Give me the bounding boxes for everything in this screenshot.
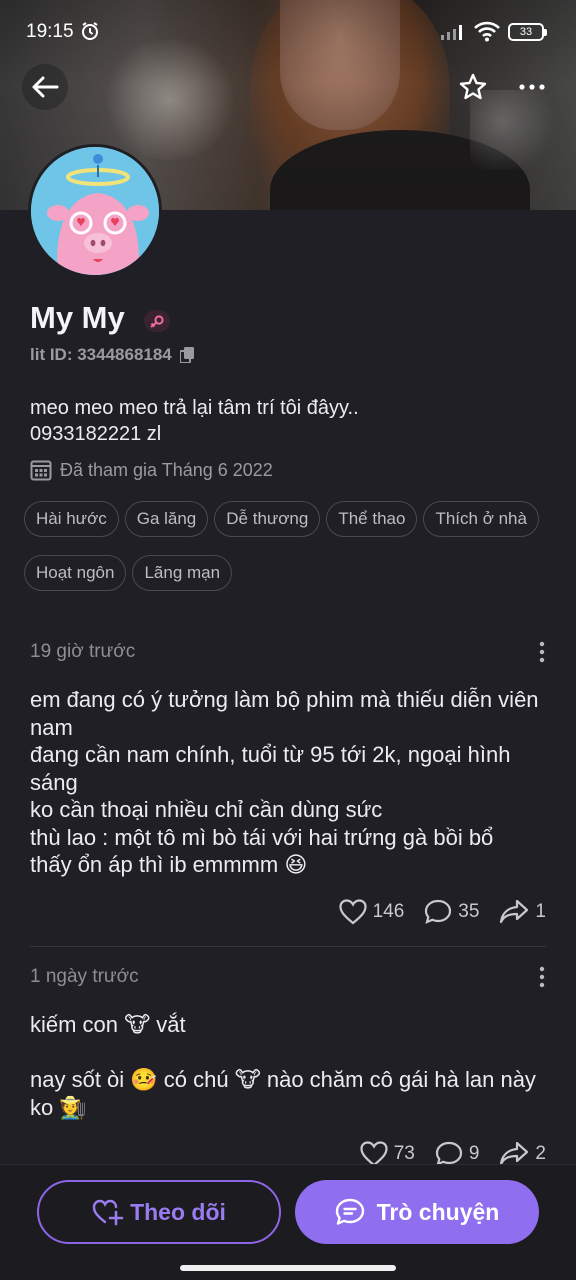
star-icon (459, 73, 487, 100)
heart-icon (338, 899, 367, 925)
like-button[interactable]: 146 (338, 899, 405, 925)
post-timestamp: 1 ngày trước (30, 966, 139, 987)
status-bar: 19:15 33 (0, 0, 576, 64)
profile-name: My My (30, 300, 125, 335)
chat-button[interactable]: Trò chuyện (295, 1180, 539, 1244)
heart-plus-icon (92, 1199, 124, 1226)
post-divider (30, 946, 546, 947)
like-count: 73 (393, 1143, 415, 1164)
more-vertical-icon[interactable] (530, 640, 554, 664)
interest-tag[interactable]: Thể thao (326, 501, 418, 537)
post-text: em đang có ý tưởng làm bộ phim mà thiếu … (30, 687, 539, 877)
follow-button[interactable]: Theo dõi (37, 1180, 281, 1244)
interest-tags: Hài hước Ga lăng Dễ thương Thể thao Thíc… (24, 501, 554, 591)
female-gender-icon (144, 310, 170, 332)
share-count: 2 (535, 1143, 546, 1164)
post-timestamp: 19 giờ trước (30, 641, 136, 662)
chat-label: Trò chuyện (376, 1198, 500, 1225)
interest-tag[interactable]: Hài hước (24, 501, 119, 537)
post-actions: 146 35 1 (338, 899, 546, 925)
joined-text: Đã tham gia Tháng 6 2022 (60, 459, 273, 480)
home-indicator[interactable] (180, 1265, 396, 1271)
alarm-icon (82, 22, 98, 40)
like-count: 146 (372, 901, 405, 922)
favorite-button[interactable] (452, 66, 494, 108)
wifi-icon (474, 21, 500, 42)
bottom-action-bar: Theo dõi Trò chuyện (0, 1164, 576, 1280)
battery-indicator: 33 (508, 23, 547, 41)
bio-line: meo meo meo trả lại tâm trí tôi đâyy.. (30, 397, 359, 419)
joined-row: Đã tham gia Tháng 6 2022 (30, 459, 273, 481)
interest-tag[interactable]: Dễ thương (214, 501, 321, 537)
share-button[interactable]: 1 (499, 899, 546, 925)
post-text: kiếm con 🐮 vắt nay sốt òi 🤒 có chú 🐮 nào… (30, 1012, 536, 1120)
comment-count: 9 (468, 1143, 480, 1164)
back-button[interactable] (22, 64, 68, 110)
status-time: 19:15 (26, 21, 74, 42)
lit-id-text: lit ID: 3344868184 (30, 345, 172, 364)
more-vertical-icon[interactable] (530, 965, 554, 989)
chat-bubble-icon (335, 1198, 364, 1225)
interest-tag[interactable]: Ga lăng (124, 501, 209, 537)
comment-icon (425, 899, 452, 924)
lit-id-row: lit ID: 3344868184 (30, 345, 194, 365)
bio-line: 0933182221 zl (30, 423, 162, 445)
profile-bio: meo meo meo trả lại tâm trí tôi đâyy.. 0… (30, 395, 359, 447)
pig-avatar-illustration (31, 147, 159, 275)
more-options-button[interactable] (511, 66, 553, 108)
comment-button[interactable]: 35 (424, 899, 479, 925)
interest-tag[interactable]: Thích ở nhà (423, 501, 539, 537)
share-icon (500, 899, 529, 924)
copy-icon[interactable] (178, 347, 194, 364)
share-count: 1 (535, 901, 546, 922)
arrow-left-icon (32, 76, 59, 98)
interest-tag[interactable]: Hoạt ngôn (24, 555, 127, 591)
follow-label: Theo dõi (130, 1198, 226, 1225)
calendar-icon (30, 460, 52, 481)
interest-tag[interactable]: Lãng mạn (132, 555, 233, 591)
more-horizontal-icon (519, 84, 545, 90)
avatar[interactable] (28, 144, 162, 278)
signal-icon (441, 25, 462, 40)
comment-count: 35 (458, 901, 480, 922)
